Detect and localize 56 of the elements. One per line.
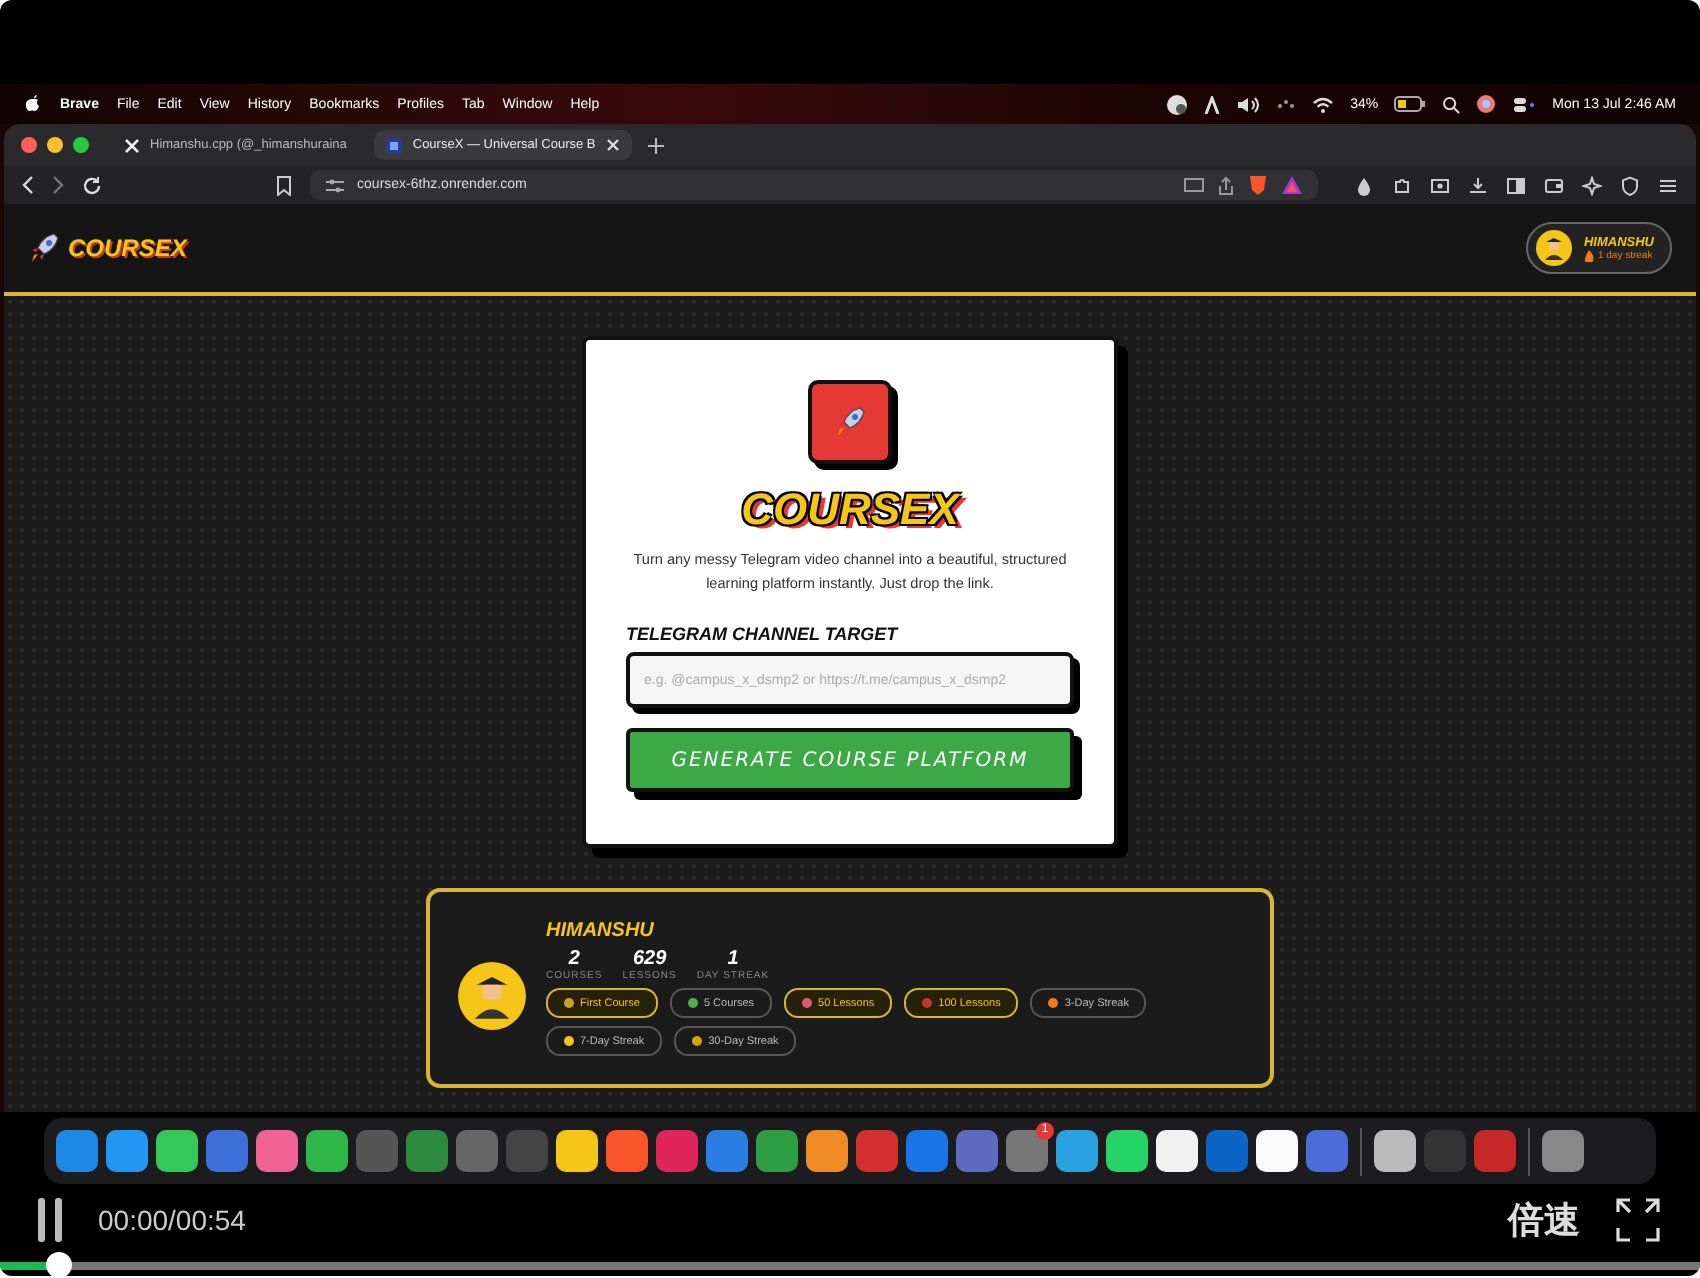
screen-icon[interactable] bbox=[1184, 177, 1204, 193]
profile-name: HIMANSHU bbox=[546, 920, 656, 942]
speed-button[interactable]: 倍速 bbox=[1508, 1196, 1580, 1245]
reload-icon[interactable] bbox=[82, 175, 102, 195]
picture-icon[interactable] bbox=[1430, 175, 1450, 195]
app-icon[interactable] bbox=[1256, 1130, 1298, 1172]
drop-icon[interactable] bbox=[1354, 175, 1374, 195]
app-icon[interactable] bbox=[1374, 1130, 1416, 1172]
app-icon[interactable] bbox=[156, 1130, 198, 1172]
volume-icon[interactable] bbox=[1236, 95, 1261, 113]
hero-title: COURSEX bbox=[741, 484, 959, 536]
stat-value: 629 bbox=[632, 948, 667, 970]
bookmark-icon[interactable] bbox=[275, 175, 292, 195]
menu-icon[interactable] bbox=[1658, 175, 1678, 195]
wallet-icon[interactable] bbox=[1544, 175, 1564, 195]
new-tab-icon[interactable] bbox=[647, 137, 664, 153]
app-icon[interactable] bbox=[1056, 1130, 1098, 1172]
rocket-icon bbox=[834, 406, 866, 438]
share-icon[interactable] bbox=[1218, 175, 1234, 195]
stat-value: 1 bbox=[727, 948, 739, 970]
close-icon[interactable] bbox=[605, 138, 620, 152]
progress-track[interactable] bbox=[0, 1249, 1700, 1276]
rocket-icon bbox=[28, 232, 60, 264]
site-logo[interactable]: COURSEX bbox=[28, 232, 187, 264]
playback-time: 00:00/00:54 bbox=[98, 1204, 246, 1237]
dots-icon[interactable] bbox=[1276, 98, 1297, 110]
control-center-icon[interactable] bbox=[1512, 95, 1537, 113]
app-icon[interactable] bbox=[1106, 1130, 1148, 1172]
fullscreen-icon[interactable] bbox=[1616, 1198, 1660, 1243]
flame-icon bbox=[1583, 249, 1594, 261]
pause-icon[interactable] bbox=[38, 1198, 62, 1243]
battery-icon[interactable] bbox=[1394, 96, 1427, 112]
sparkle-icon[interactable] bbox=[1582, 175, 1602, 195]
favicon-icon bbox=[386, 137, 403, 153]
app-icon[interactable] bbox=[556, 1130, 598, 1172]
app-icon[interactable] bbox=[1156, 1130, 1198, 1172]
avatar-icon bbox=[458, 962, 526, 1030]
forward-icon[interactable] bbox=[52, 176, 64, 194]
site-settings-icon bbox=[325, 177, 344, 193]
wifi-icon[interactable] bbox=[1312, 95, 1335, 113]
app-icon[interactable] bbox=[806, 1130, 848, 1172]
shield-icon[interactable] bbox=[1620, 175, 1640, 195]
progress-handle[interactable] bbox=[45, 1251, 71, 1276]
apple-icon[interactable] bbox=[24, 94, 42, 114]
app-icon[interactable] bbox=[306, 1130, 348, 1172]
lion-shield-icon[interactable] bbox=[1248, 174, 1268, 196]
avatar-icon bbox=[1535, 230, 1572, 266]
x-logo-icon bbox=[124, 137, 140, 153]
triangle-icon[interactable] bbox=[1282, 176, 1302, 194]
letter-a-icon[interactable] bbox=[1204, 95, 1221, 113]
sidebar-icon[interactable] bbox=[1506, 175, 1526, 195]
download-icon[interactable] bbox=[1468, 175, 1488, 195]
stat-value: 2 bbox=[568, 948, 580, 970]
back-icon[interactable] bbox=[22, 176, 34, 194]
search-icon[interactable] bbox=[1442, 95, 1461, 113]
field-label: TELEGRAM CHANNEL TARGET bbox=[626, 624, 898, 644]
